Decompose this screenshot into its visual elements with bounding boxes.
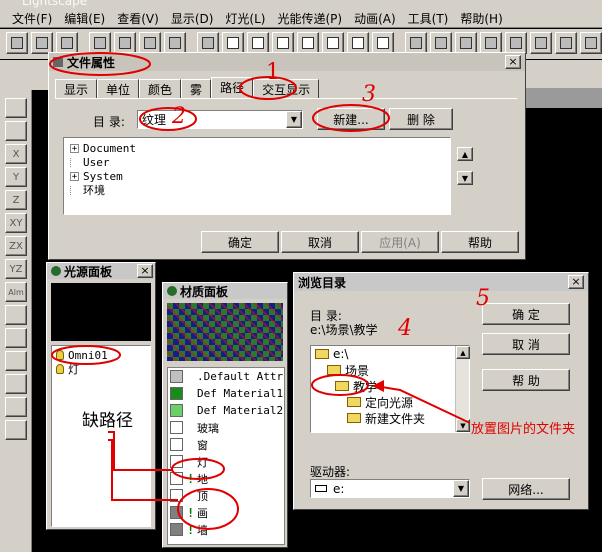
wall-circle <box>177 488 239 530</box>
missing-path-line-a <box>108 431 172 471</box>
folder-note-label: 放置图片的文件夹 <box>471 422 576 437</box>
annotation-overlay <box>49 52 471 530</box>
texture-circle <box>139 107 197 131</box>
annotation-5: 5 <box>476 286 490 311</box>
teach-circle <box>311 374 369 396</box>
omni-circle <box>51 345 121 365</box>
annotation-4: 4 <box>398 316 412 341</box>
annotation-2: 2 <box>172 104 186 129</box>
title-circle <box>49 52 151 76</box>
new-circle <box>312 104 390 132</box>
floor-circle <box>171 458 225 480</box>
missing-path-label: 缺路径 <box>82 411 133 431</box>
annotation-1: 1 <box>266 60 280 85</box>
annotation-3: 3 <box>362 82 376 107</box>
folder-arrow-head <box>372 380 384 392</box>
folder-arrow <box>375 385 471 424</box>
